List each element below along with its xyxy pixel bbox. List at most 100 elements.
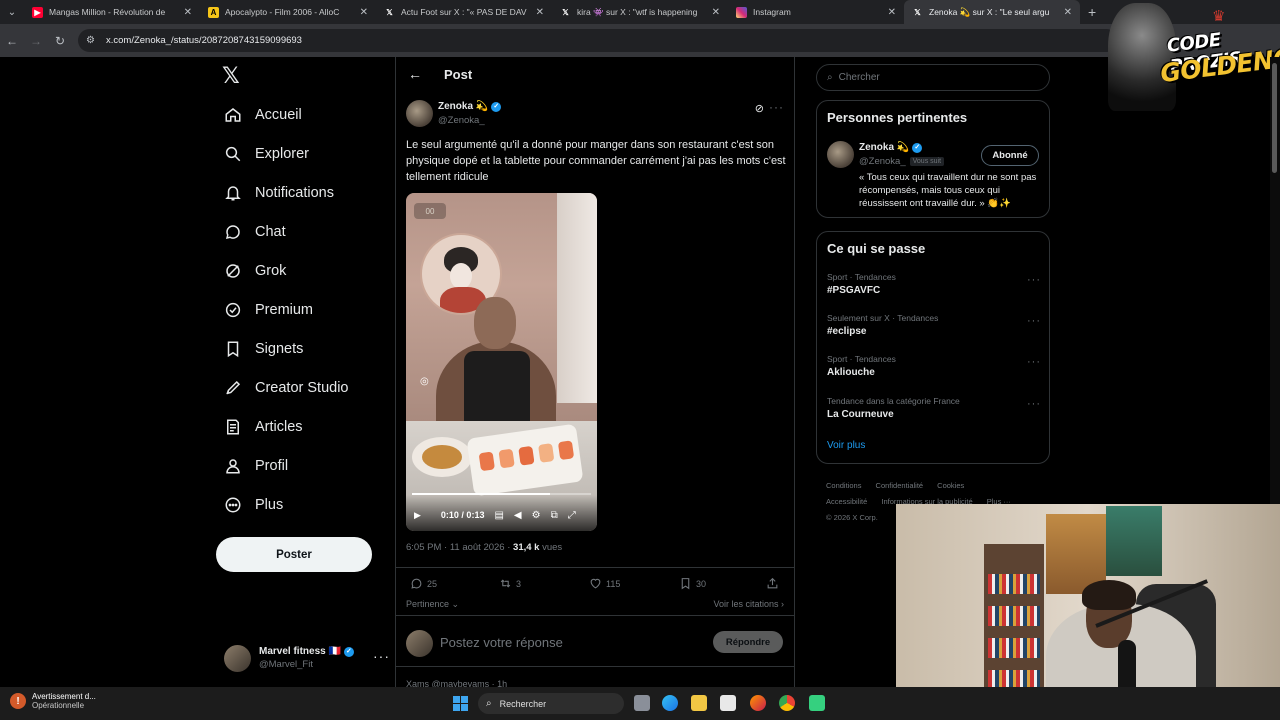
reply-submit-button[interactable]: Répondre xyxy=(713,631,783,653)
author-handle[interactable]: @Zenoka_ xyxy=(438,115,485,126)
trend-item[interactable]: Sport · Tendances Akliouche ··· xyxy=(827,354,1041,378)
post-timestamp[interactable]: 6:05 PM · 11 août 2026 · xyxy=(406,542,513,553)
share-button[interactable] xyxy=(766,577,783,590)
nav-item-notifications[interactable]: Notifications xyxy=(224,180,334,206)
view-quotes-link[interactable]: Voir les citations › xyxy=(713,599,784,609)
nav-label: Explorer xyxy=(255,146,309,162)
taskbar-search[interactable]: ⌕ Rechercher xyxy=(478,693,624,714)
trend-item[interactable]: Seulement sur X · Tendances #eclipse ··· xyxy=(827,313,1041,337)
nav-item-creator-studio[interactable]: Creator Studio xyxy=(224,375,349,401)
trend-more-icon[interactable]: ··· xyxy=(1027,356,1041,368)
trend-item[interactable]: Sport · Tendances #PSGAVFC ··· xyxy=(827,272,1041,296)
play-icon[interactable]: ▶ xyxy=(414,510,421,521)
browser-tab[interactable]: 𝕏 kira 👾 sur X : "wtf is happening ✕ xyxy=(552,0,728,24)
footer-link[interactable]: Cookies xyxy=(937,481,964,490)
edge-icon[interactable] xyxy=(662,695,678,711)
bookmark-button[interactable]: 30 xyxy=(679,577,706,590)
browser-tab-active[interactable]: 𝕏 Zenoka 💫 sur X : "Le seul argu ✕ xyxy=(904,0,1080,24)
nav-item-grok[interactable]: Grok xyxy=(224,258,286,284)
volume-icon[interactable]: ◀ xyxy=(514,510,522,521)
close-tab-icon[interactable]: ✕ xyxy=(536,7,544,18)
url-field[interactable]: ⚙ x.com/Zenoka_/status/20872087431590996… xyxy=(78,29,1118,52)
author-avatar[interactable] xyxy=(406,100,433,127)
browser-tab-strip: ⌄ ▶ Mangas Million - Révolution de ✕ A A… xyxy=(0,0,1280,24)
nav-item-profil[interactable]: Profil xyxy=(224,453,288,479)
scrollbar-thumb[interactable] xyxy=(1272,63,1277,173)
relevant-name-row[interactable]: Zenoka 💫 ✓ xyxy=(859,142,923,153)
post-video[interactable]: 00 ◎ ▶ 0:10 / 0:13 ▤ ◀ ⚙ ⧉ ⤢ xyxy=(406,193,597,531)
account-more-icon[interactable]: ··· xyxy=(373,648,390,664)
close-tab-icon[interactable]: ✕ xyxy=(184,7,192,18)
close-tab-icon[interactable]: ✕ xyxy=(888,7,896,18)
store-icon[interactable] xyxy=(720,695,736,711)
close-tab-icon[interactable]: ✕ xyxy=(1064,7,1072,18)
tab-search-icon[interactable]: ⌄ xyxy=(0,0,24,24)
back-icon[interactable]: ← xyxy=(0,34,24,48)
file-explorer-icon[interactable] xyxy=(691,695,707,711)
video-frame xyxy=(412,437,472,477)
browser-tab[interactable]: 𝕏 Actu Foot sur X : "« PAS DE DAV ✕ xyxy=(376,0,552,24)
nav-label: Plus xyxy=(255,497,284,513)
footer-link[interactable]: Confidentialité xyxy=(876,481,924,490)
chrome-icon[interactable] xyxy=(779,695,795,711)
trend-name: Akliouche xyxy=(827,367,875,378)
x-logo-icon[interactable]: 𝕏 xyxy=(222,64,240,89)
windows-start-icon[interactable] xyxy=(453,696,468,711)
follows-you-badge: Vous suit xyxy=(909,157,945,166)
video-frame xyxy=(464,351,530,423)
repost-button[interactable]: 3 xyxy=(499,577,521,590)
reload-icon[interactable]: ↻ xyxy=(48,34,72,48)
relevant-handle[interactable]: @Zenoka_ xyxy=(859,156,906,167)
video-progress-bar[interactable] xyxy=(412,493,591,495)
nav-item-explorer[interactable]: Explorer xyxy=(224,141,309,167)
pip-icon[interactable]: ⧉ xyxy=(551,510,558,521)
sort-dropdown[interactable]: Pertinence ⌄ xyxy=(406,599,459,609)
reply-button[interactable]: 25 xyxy=(410,577,437,590)
trend-item[interactable]: Tendance dans la catégorie France La Cou… xyxy=(827,396,1041,420)
address-bar-row: ← → ↻ ⚙ x.com/Zenoka_/status/20872087431… xyxy=(0,24,1280,57)
nav-item-signets[interactable]: Signets xyxy=(224,336,303,362)
app-icon[interactable] xyxy=(809,695,825,711)
nav-item-chat[interactable]: Chat xyxy=(224,219,286,245)
post-more-icon[interactable]: ··· xyxy=(769,100,784,114)
trend-more-icon[interactable]: ··· xyxy=(1027,274,1041,286)
task-view-icon[interactable] xyxy=(634,695,650,711)
see-more-link[interactable]: Voir plus xyxy=(827,440,865,451)
new-tab-button[interactable]: + xyxy=(1088,4,1096,20)
tab-title: Mangas Million - Révolution de xyxy=(49,7,166,17)
poster-button[interactable]: Poster xyxy=(216,537,372,572)
repost-count: 3 xyxy=(516,578,522,589)
site-info-icon[interactable]: ⚙ xyxy=(86,35,98,47)
following-button[interactable]: Abonné xyxy=(981,145,1039,166)
account-switcher[interactable]: Marvel fitness 🇫🇷 ✓ @Marvel_Fit ··· xyxy=(224,642,389,674)
author-name-row[interactable]: Zenoka 💫 ✓ xyxy=(438,101,502,112)
back-arrow-icon[interactable]: ← xyxy=(408,66,422,82)
close-tab-icon[interactable]: ✕ xyxy=(360,7,368,18)
account-name: Marvel fitness 🇫🇷 xyxy=(259,646,341,657)
post-meta: 6:05 PM · 11 août 2026 · 31,4 k vues xyxy=(406,542,562,553)
weather-widget[interactable]: ! Avertissement d... Opérationnelle xyxy=(10,692,96,710)
browser-tab[interactable]: A Apocalypto - Film 2006 - AlloC ✕ xyxy=(200,0,376,24)
fullscreen-icon[interactable]: ⤢ xyxy=(568,510,576,521)
nav-item-accueil[interactable]: Accueil xyxy=(224,102,302,128)
nav-item-premium[interactable]: Premium xyxy=(224,297,313,323)
forward-icon[interactable]: → xyxy=(24,34,48,48)
close-tab-icon[interactable]: ✕ xyxy=(712,7,720,18)
footer-link[interactable]: Accessibilité xyxy=(826,497,867,506)
grok-explain-icon[interactable]: ⊘ xyxy=(755,102,764,115)
trend-more-icon[interactable]: ··· xyxy=(1027,315,1041,327)
nav-item-articles[interactable]: Articles xyxy=(224,414,303,440)
search-input[interactable]: ⌕ Chercher xyxy=(816,64,1050,91)
captions-icon[interactable]: ▤ xyxy=(494,510,503,521)
relevant-avatar[interactable] xyxy=(827,141,854,168)
like-button[interactable]: 115 xyxy=(589,577,620,590)
footer-link[interactable]: Conditions xyxy=(826,481,861,490)
trend-more-icon[interactable]: ··· xyxy=(1027,398,1041,410)
settings-icon[interactable]: ⚙ xyxy=(532,510,541,521)
browser-tab[interactable]: ▶ Mangas Million - Révolution de ✕ xyxy=(24,0,200,24)
browser-tab[interactable]: Instagram ✕ xyxy=(728,0,904,24)
reply-input[interactable]: Postez votre réponse xyxy=(440,635,563,650)
nav-item-plus[interactable]: Plus xyxy=(224,492,283,518)
firefox-icon[interactable] xyxy=(750,695,766,711)
url-text: x.com/Zenoka_/status/2087208743159099693 xyxy=(106,35,302,46)
